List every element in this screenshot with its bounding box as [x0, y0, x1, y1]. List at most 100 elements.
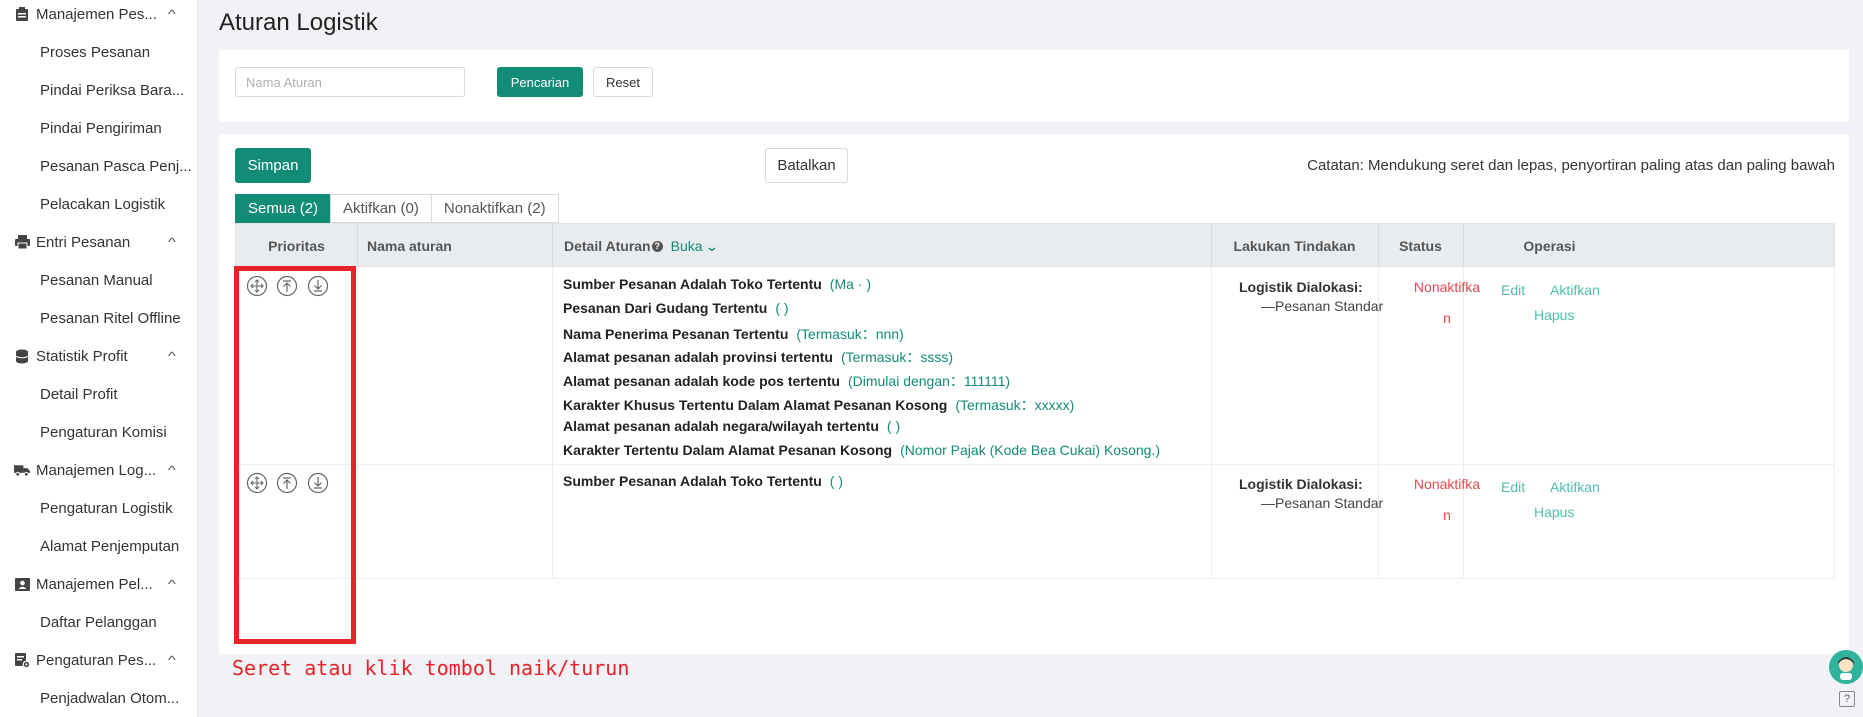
- sidebar-group-order-entry[interactable]: Entri Pesanan ^: [0, 223, 197, 261]
- expand-toggle[interactable]: Buka ⌄: [670, 237, 720, 255]
- sidebar-group-label: Manajemen Pel...: [36, 575, 153, 593]
- status-text-line1: Nonaktifka: [1413, 476, 1481, 492]
- printer-icon: [14, 234, 30, 250]
- page-title: Aturan Logistik: [219, 9, 378, 36]
- status-tabs: Semua (2) Aktifkan (0) Nonaktifkan (2): [235, 194, 559, 223]
- chevron-up-icon: ^: [168, 235, 177, 249]
- rules-table: Prioritas Nama aturan Detail Aturan ? Bu…: [235, 223, 1835, 579]
- condition-label: Pesanan Dari Gudang Tertentu: [563, 300, 768, 316]
- save-button[interactable]: Simpan: [235, 148, 311, 183]
- activate-link[interactable]: Aktifkan: [1550, 479, 1600, 495]
- sidebar-group-order-settings[interactable]: Pengaturan Pes... ^: [0, 641, 197, 679]
- condition-label: Alamat pesanan adalah negara/wilayah ter…: [563, 418, 879, 434]
- condition-value: (Dimulai dengan：111111): [847, 373, 1011, 389]
- rule-name-search-input[interactable]: [235, 67, 465, 97]
- action-value: —Pesanan Standar: [1261, 495, 1384, 511]
- table-row[interactable]: Sumber Pesanan Adalah Toko Tertentu ( ) L…: [235, 465, 1835, 579]
- status-badge: Nonaktifka n: [1402, 272, 1492, 334]
- sidebar-item-penjadwalan-otomatis[interactable]: Penjadwalan Otom...: [0, 679, 197, 717]
- header-rule-name: Nama aturan: [367, 238, 452, 254]
- column-divider: [1211, 267, 1212, 464]
- rule-condition: Sumber Pesanan Adalah Toko Tertentu ( ): [563, 473, 843, 489]
- action-value: —Pesanan Standar: [1261, 298, 1384, 314]
- drag-hint-annotation: Seret atau klik tombol naik/turun: [232, 656, 630, 680]
- column-divider: [1378, 465, 1379, 578]
- rule-condition: Alamat pesanan adalah kode pos tertentu (…: [563, 371, 1010, 391]
- header-action: Lakukan Tindakan: [1233, 238, 1356, 254]
- expand-label: Buka: [670, 237, 703, 254]
- rule-condition: Karakter Tertentu Dalam Alamat Pesanan K…: [563, 442, 1160, 458]
- rule-condition: Alamat pesanan adalah negara/wilayah ter…: [563, 418, 900, 434]
- condition-label: Karakter Khusus Tertentu Dalam Alamat Pe…: [563, 397, 948, 413]
- condition-value: (Ma · ): [829, 276, 872, 292]
- main-content: Aturan Logistik Pencarian Reset Simpan B…: [198, 0, 1863, 717]
- condition-value: ( ): [886, 418, 901, 434]
- rule-condition: Nama Penerima Pesanan Tertentu (Termasuk：…: [563, 324, 904, 344]
- cancel-button[interactable]: Batalkan: [765, 148, 848, 183]
- sidebar-group-logistics-management[interactable]: Manajemen Log... ^: [0, 451, 197, 489]
- sidebar-item-detail-profit[interactable]: Detail Profit: [0, 375, 197, 413]
- sidebar-item-pesanan-pasca[interactable]: Pesanan Pasca Penj...: [0, 147, 197, 185]
- column-divider: [357, 224, 358, 266]
- search-button[interactable]: Pencarian: [497, 67, 583, 97]
- tab-enabled[interactable]: Aktifkan (0): [330, 194, 432, 223]
- activate-link[interactable]: Aktifkan: [1550, 282, 1600, 298]
- header-operation: Operasi: [1523, 238, 1576, 254]
- sidebar-item-pindai-periksa[interactable]: Pindai Periksa Bara...: [0, 71, 197, 109]
- condition-label: Karakter Tertentu Dalam Alamat Pesanan K…: [563, 442, 893, 458]
- sidebar-item-proses-pesanan[interactable]: Proses Pesanan: [0, 33, 197, 71]
- id-card-icon: [14, 576, 30, 592]
- condition-value: (Termasuk：ssss): [840, 349, 953, 365]
- sidebar-item-daftar-pelanggan[interactable]: Daftar Pelanggan: [0, 603, 197, 641]
- header-status: Status: [1399, 238, 1442, 254]
- sidebar-group-label: Manajemen Log...: [36, 461, 157, 479]
- tab-disabled[interactable]: Nonaktifkan (2): [430, 194, 559, 223]
- condition-value: (Termasuk：nnn): [796, 326, 904, 342]
- header-priority: Prioritas: [268, 238, 325, 254]
- sidebar-item-alamat-penjemputan[interactable]: Alamat Penjemputan: [0, 527, 197, 565]
- help-icon[interactable]: ?: [1839, 691, 1855, 707]
- sidebar-item-pesanan-ritel-offline[interactable]: Pesanan Ritel Offline: [0, 299, 197, 337]
- sidebar-item-pelacakan-logistik[interactable]: Pelacakan Logistik: [0, 185, 197, 223]
- rule-condition: Pesanan Dari Gudang Tertentu ( ): [563, 300, 789, 316]
- sidebar-group-customer-management[interactable]: Manajemen Pel... ^: [0, 565, 197, 603]
- sidebar-item-pindai-pengiriman[interactable]: Pindai Pengiriman: [0, 109, 197, 147]
- status-text-line2: n: [1443, 507, 1451, 523]
- table-row[interactable]: Sumber Pesanan Adalah Toko Tertentu (Ma ·…: [235, 267, 1835, 465]
- sidebar-item-pengaturan-komisi[interactable]: Pengaturan Komisi: [0, 413, 197, 451]
- column-divider: [552, 267, 553, 464]
- condition-label: Alamat pesanan adalah provinsi tertentu: [563, 349, 833, 365]
- condition-label: Sumber Pesanan Adalah Toko Tertentu: [563, 276, 822, 292]
- rules-panel: Simpan Batalkan Catatan: Mendukung seret…: [219, 134, 1849, 654]
- delete-link[interactable]: Hapus: [1534, 307, 1574, 323]
- sidebar-item-pesanan-manual[interactable]: Pesanan Manual: [0, 261, 197, 299]
- column-divider: [357, 267, 358, 464]
- condition-value: (Termasuk：xxxxx): [955, 397, 1075, 413]
- sidebar-group-label: Entri Pesanan: [36, 233, 131, 251]
- chevron-up-icon: ^: [168, 349, 177, 363]
- support-avatar[interactable]: [1829, 650, 1863, 684]
- condition-label: Alamat pesanan adalah kode pos tertentu: [563, 373, 840, 389]
- condition-value: (Nomor Pajak (Kode Bea Cukai) Kosong.): [900, 442, 1161, 458]
- chevron-up-icon: ^: [168, 577, 177, 591]
- sidebar-group-profit-statistics[interactable]: Statistik Profit ^: [0, 337, 197, 375]
- chevron-down-icon: ⌄: [704, 237, 720, 254]
- sidebar-group-label: Pengaturan Pes...: [36, 651, 157, 669]
- column-divider: [552, 465, 553, 578]
- delete-link[interactable]: Hapus: [1534, 504, 1574, 520]
- column-divider: [1378, 267, 1379, 464]
- edit-link[interactable]: Edit: [1501, 479, 1525, 495]
- chevron-up-icon: ^: [168, 463, 177, 477]
- table-header: Prioritas Nama aturan Detail Aturan ? Bu…: [235, 223, 1835, 267]
- column-divider: [357, 465, 358, 578]
- sidebar-group-label: Statistik Profit: [36, 347, 128, 365]
- help-circle-icon: ?: [651, 240, 663, 252]
- tab-all[interactable]: Semua (2): [235, 194, 332, 223]
- edit-link[interactable]: Edit: [1501, 282, 1525, 298]
- rule-condition: Karakter Khusus Tertentu Dalam Alamat Pe…: [563, 395, 1074, 415]
- sidebar-group-label: Manajemen Pes...: [36, 5, 157, 23]
- reset-button[interactable]: Reset: [593, 67, 653, 97]
- drag-sort-note: Catatan: Mendukung seret dan lepas, peny…: [1307, 157, 1835, 174]
- sidebar-item-pengaturan-logistik[interactable]: Pengaturan Logistik: [0, 489, 197, 527]
- sidebar-group-order-management[interactable]: Manajemen Pes... ^: [0, 0, 197, 33]
